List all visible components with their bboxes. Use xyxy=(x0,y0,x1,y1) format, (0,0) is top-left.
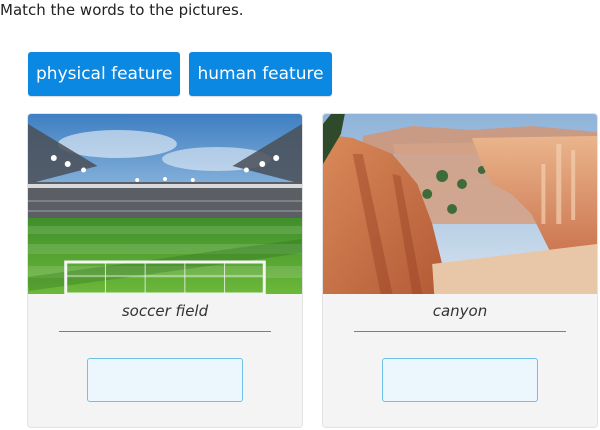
label-underline xyxy=(354,331,566,332)
picture-label-canyon: canyon xyxy=(432,302,488,320)
canyon-image xyxy=(323,114,597,294)
picture-card-canyon: canyon xyxy=(322,113,598,428)
picture-card-soccer-field: soccer field xyxy=(27,113,303,428)
answer-drop-target-soccer-field[interactable] xyxy=(87,358,243,402)
soccer-field-image xyxy=(28,114,302,294)
instructions-text: Match the words to the pictures. xyxy=(0,1,244,19)
word-bank: physical feature human feature xyxy=(28,52,332,96)
picture-label-soccer-field: soccer field xyxy=(121,302,209,320)
label-underline xyxy=(59,331,271,332)
word-tile-physical-feature[interactable]: physical feature xyxy=(28,52,181,96)
answer-drop-target-canyon[interactable] xyxy=(382,358,538,402)
word-tile-human-feature[interactable]: human feature xyxy=(189,52,332,96)
